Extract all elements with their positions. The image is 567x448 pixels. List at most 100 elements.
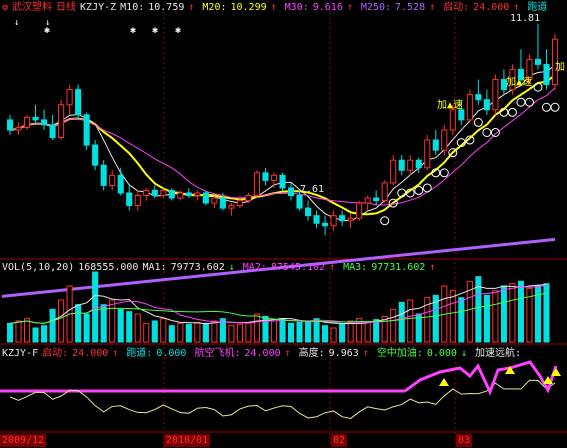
candle-body (228, 205, 235, 209)
ind-height-value: 9.963 (328, 348, 359, 359)
candle-body (23, 116, 31, 128)
volume-bar (83, 313, 90, 343)
date-label-4: 03 (456, 434, 473, 447)
candle-body (475, 94, 482, 101)
up-arrow-icon: ↑ (112, 348, 119, 359)
volume-bar (253, 313, 261, 343)
volume-bar (177, 322, 184, 343)
volume-bar (49, 308, 56, 343)
m30-label: M30: (284, 2, 309, 13)
start-label: 启动: (443, 2, 470, 13)
ma1-value: 79773.602 (170, 262, 225, 273)
candle-body (117, 174, 124, 194)
candle-body (415, 159, 422, 169)
arrow-marker: ↓ (14, 18, 19, 28)
volume-bar (245, 321, 252, 343)
volume-bar (202, 322, 209, 343)
ind-start-label: 启动: (42, 348, 69, 359)
candle-body (15, 126, 22, 131)
volume-bar (287, 322, 295, 343)
volume-bar (160, 318, 167, 343)
ind-run-value: 0.000 (156, 348, 187, 359)
vol-value: 168555.000 (78, 262, 139, 273)
volume-bar (185, 323, 192, 343)
ind-accel-label: 加速远航: (474, 348, 522, 359)
low-price-label: 7.61 (300, 184, 325, 195)
star-marker: ✱ (152, 25, 158, 36)
volume-bar (151, 320, 158, 343)
volume-bar (483, 294, 490, 343)
candle-body (253, 172, 261, 196)
m250-label: M250: (360, 2, 391, 13)
date-label-1: 2009/12 (0, 434, 47, 447)
up-arrow-icon: ↑ (362, 348, 369, 359)
candle-body (287, 187, 295, 196)
candle-body (211, 197, 218, 204)
candle-body (92, 144, 99, 166)
volume-bar (449, 290, 456, 343)
volume-bar (126, 311, 133, 343)
candle-body (458, 109, 465, 121)
volume-bar (143, 322, 150, 343)
vol-name[interactable]: VOL(5,10,20) (2, 262, 74, 273)
candle-body (364, 197, 371, 204)
chart-canvas: ✱ ✱ ✱ ✱ ↓ ↓ (0, 12, 567, 448)
candle-body (304, 207, 312, 217)
main-legend: ❂ 武汉塑料 日线 KZJY-Z M10: 10.759 ↑ M20: 10.299 ↑ M30: 9… (2, 1, 551, 14)
candle-body (160, 189, 167, 196)
support-circle (482, 127, 492, 137)
ma10-line (9, 65, 556, 222)
arrow-marker: ↓ (45, 18, 50, 28)
candle-body (134, 195, 141, 207)
volume-bar (313, 318, 320, 343)
volume-bar (347, 320, 354, 343)
volume-bar (236, 323, 243, 343)
candle-body (109, 174, 116, 186)
stock-title[interactable]: 武汉塑料 (12, 2, 52, 13)
support-circle (439, 168, 449, 178)
up-arrow-icon: ↑ (429, 2, 436, 13)
ma2-label: MA2: (242, 262, 267, 273)
candle-body (100, 164, 107, 186)
ind-name[interactable]: KZJY-F (2, 348, 38, 359)
candle-body (398, 159, 405, 171)
up-arrow-icon: ↑ (188, 2, 195, 13)
volume-bar (509, 283, 516, 343)
support-circle (422, 183, 432, 193)
candle-body (296, 195, 303, 209)
candle-body (407, 159, 414, 171)
candle-body (356, 202, 363, 219)
start-value: 24.000 (473, 2, 510, 13)
candle-body (381, 182, 388, 202)
candle-body (543, 63, 550, 86)
candle-body (449, 109, 456, 131)
high-price-label: 11.81 (510, 13, 541, 24)
ind-start-value: 24.000 (72, 348, 109, 359)
volume-bar (41, 325, 48, 343)
period-label[interactable]: 日线 (56, 2, 76, 13)
candle-body (185, 192, 192, 197)
ma1-label: MA1: (142, 262, 167, 273)
candle-body (194, 192, 201, 197)
volume-bar (304, 320, 312, 343)
volume-bar (6, 322, 14, 343)
volume-bar (100, 304, 107, 343)
indicator-name[interactable]: KZJY-Z (80, 2, 116, 13)
candle-body (432, 139, 439, 151)
accel-label-1: 加▲速 (437, 100, 464, 111)
candle-body (492, 79, 499, 111)
candle-body (66, 89, 73, 106)
candle-body (143, 189, 150, 196)
volume-bar (75, 304, 82, 343)
support-circle (533, 82, 543, 92)
candle-body (262, 172, 269, 181)
volume-bar (117, 308, 124, 343)
volume-bar (330, 327, 337, 343)
candle-body (219, 197, 226, 209)
vol-ma1-line (9, 284, 547, 325)
candle-body (322, 222, 329, 227)
ind-refuel-label: 空中加油: (376, 348, 423, 359)
down-arrow-icon: ↓ (460, 348, 467, 359)
candle-body (168, 189, 175, 199)
volume-bar (543, 283, 550, 343)
